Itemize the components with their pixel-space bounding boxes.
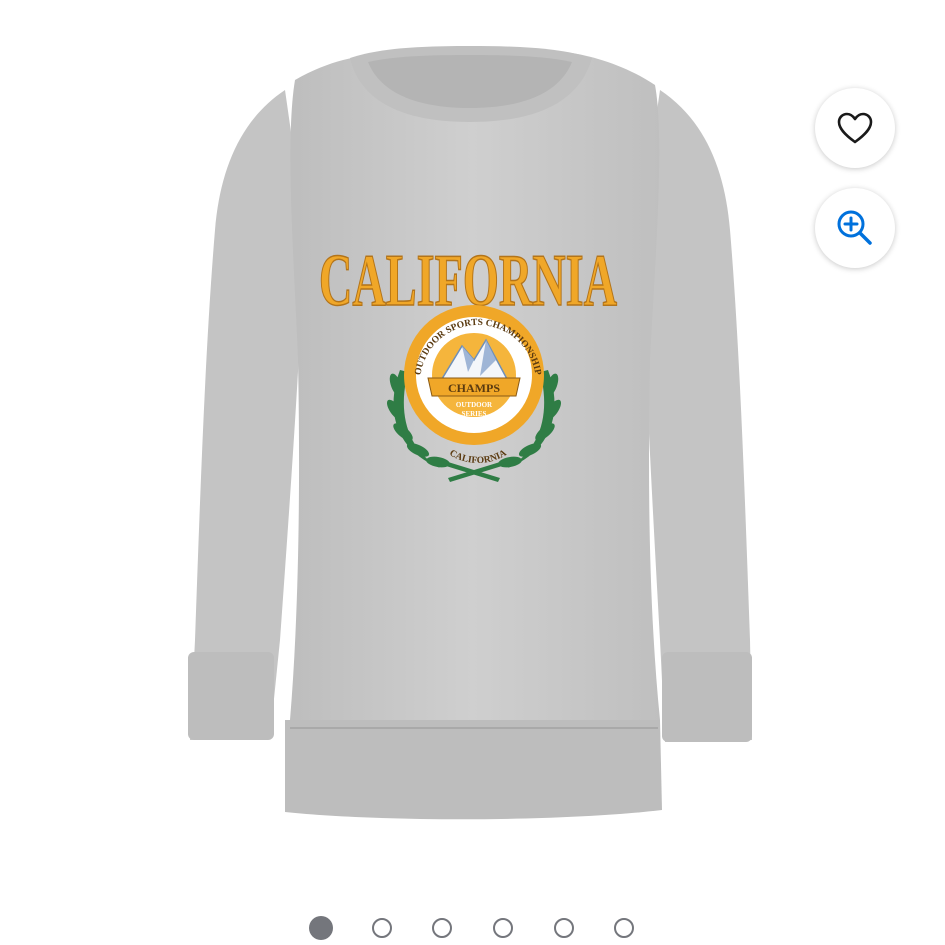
- zoom-in-icon: [837, 210, 872, 245]
- carousel-pagination: [0, 915, 945, 943]
- favorite-button[interactable]: [815, 88, 895, 168]
- carousel-dot[interactable]: [614, 918, 634, 938]
- product-image-gallery: CALIFORNIA CHAMPS OUTDOOR SERIES OUTDOOR…: [0, 0, 945, 945]
- carousel-dot[interactable]: [372, 918, 392, 938]
- carousel-dot-active[interactable]: [309, 916, 333, 940]
- carousel-dot[interactable]: [493, 918, 513, 938]
- graphic-sub2-text: SERIES: [462, 410, 487, 418]
- carousel-dot[interactable]: [432, 918, 452, 938]
- product-image[interactable]: CALIFORNIA CHAMPS OUTDOOR SERIES OUTDOOR…: [0, 0, 945, 880]
- graphic-sub1-text: OUTDOOR: [456, 401, 493, 409]
- heart-icon: [837, 112, 873, 144]
- zoom-button[interactable]: [815, 188, 895, 268]
- graphic-banner-text: CHAMPS: [448, 381, 500, 395]
- carousel-dot[interactable]: [554, 918, 574, 938]
